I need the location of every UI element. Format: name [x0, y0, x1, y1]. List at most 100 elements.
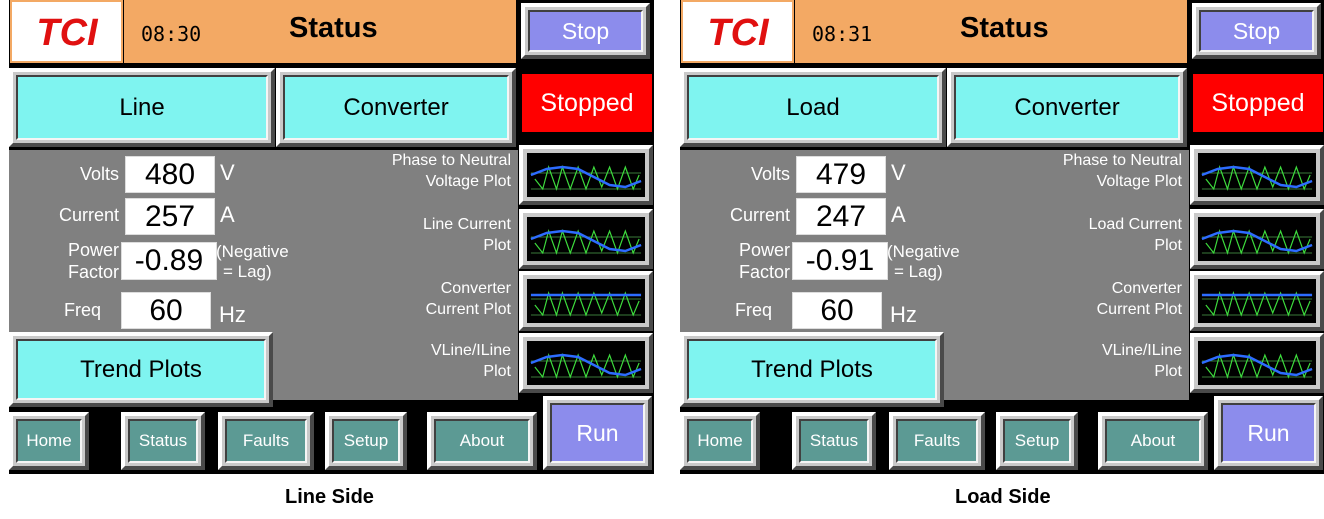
- waveform-icon: [527, 217, 645, 261]
- power-factor-label-line1: Power: [67, 240, 119, 260]
- line-button-label: Line: [16, 75, 268, 140]
- line-current-plot-button[interactable]: [519, 209, 653, 269]
- plot-label-line-current: Line Current Plot: [422, 216, 511, 254]
- current-unit: A: [891, 202, 906, 227]
- current-value: 257: [125, 198, 215, 235]
- converter-current-plot-button[interactable]: [519, 271, 653, 331]
- nav-setup-label: Setup: [332, 419, 400, 463]
- load-current-plot-button[interactable]: [1190, 209, 1324, 269]
- clock: 08:30: [141, 22, 202, 46]
- run-button[interactable]: Run: [1214, 396, 1323, 470]
- svg-text:TCI: TCI: [707, 12, 770, 52]
- volts-value: 480: [125, 156, 215, 193]
- power-factor-label-line1: Power: [738, 240, 790, 260]
- volts-label: Volts: [79, 164, 119, 184]
- caption-line-side: Line Side: [285, 486, 374, 508]
- plot-label-load-current: Load Current Plot: [1088, 216, 1182, 254]
- converter-button[interactable]: Converter: [947, 68, 1187, 147]
- freq-label: Freq: [734, 300, 772, 320]
- power-factor-label-line2: Factor: [67, 262, 119, 282]
- freq-unit: Hz: [219, 302, 246, 327]
- nav-status-button[interactable]: Status: [121, 412, 205, 470]
- svg-text:TCI: TCI: [36, 12, 99, 52]
- nav-home-button[interactable]: Home: [9, 412, 89, 470]
- nav-home-label: Home: [687, 419, 753, 463]
- vline-iline-plot-button[interactable]: [519, 333, 653, 393]
- load-button[interactable]: Load: [680, 68, 946, 147]
- volts-value: 479: [796, 156, 886, 193]
- trend-plots-button[interactable]: Trend Plots: [680, 332, 944, 407]
- line-button[interactable]: Line: [9, 68, 275, 147]
- nav-home-button[interactable]: Home: [680, 412, 760, 470]
- status-indicator: Stopped: [522, 74, 652, 132]
- nav-home-label: Home: [16, 419, 82, 463]
- tci-logo: TCI: [681, 0, 794, 63]
- converter-button-label: Converter: [283, 75, 509, 140]
- plot-label-vline-iline: VLine/ILine Plot: [430, 342, 511, 380]
- nav-about-button[interactable]: About: [1098, 412, 1208, 470]
- trend-plots-label: Trend Plots: [16, 339, 266, 400]
- run-button-label: Run: [550, 403, 645, 463]
- nav-about-button[interactable]: About: [427, 412, 537, 470]
- freq-unit: Hz: [890, 302, 917, 327]
- tci-logo-icon: TCI: [36, 12, 99, 52]
- stop-button-label: Stop: [1199, 10, 1314, 52]
- tci-logo: TCI: [10, 0, 123, 63]
- trend-plots-label: Trend Plots: [687, 339, 937, 400]
- waveform-icon: [527, 279, 645, 323]
- volts-label: Volts: [750, 164, 790, 184]
- converter-current-plot-button[interactable]: [1190, 271, 1324, 331]
- power-factor-label-line2: Factor: [738, 262, 790, 282]
- waveform-icon: [527, 341, 645, 385]
- converter-button-label: Converter: [954, 75, 1180, 140]
- nav-status-label: Status: [128, 419, 198, 463]
- phase-voltage-plot-button[interactable]: [1190, 145, 1324, 205]
- power-factor-note-line2: = Lag): [223, 262, 272, 281]
- nav-setup-label: Setup: [1003, 419, 1071, 463]
- nav-faults-label: Faults: [225, 419, 307, 463]
- current-value: 247: [796, 198, 886, 235]
- run-button-label: Run: [1221, 403, 1316, 463]
- power-factor-note-line2: = Lag): [894, 262, 943, 281]
- waveform-icon: [1198, 279, 1316, 323]
- header-bar: 08:30 Status: [124, 0, 516, 63]
- page-title: Status: [960, 12, 1049, 44]
- load-button-label: Load: [687, 75, 939, 140]
- stop-button[interactable]: Stop: [1192, 3, 1321, 59]
- waveform-icon: [1198, 153, 1316, 197]
- tci-logo-icon: TCI: [707, 12, 770, 52]
- phase-voltage-plot-button[interactable]: [519, 145, 653, 205]
- volts-unit: V: [220, 160, 235, 185]
- power-factor-note-line1: (Negative: [216, 242, 289, 261]
- caption-load-side: Load Side: [955, 486, 1051, 508]
- run-button[interactable]: Run: [543, 396, 652, 470]
- clock: 08:31: [812, 22, 873, 46]
- current-unit: A: [220, 202, 235, 227]
- waveform-icon: [1198, 341, 1316, 385]
- power-factor-value: -0.89: [121, 242, 217, 280]
- plot-label-phase-voltage: Phase to Neutral Voltage Plot: [391, 152, 511, 190]
- vline-iline-plot-button[interactable]: [1190, 333, 1324, 393]
- plot-label-phase-voltage: Phase to Neutral Voltage Plot: [1062, 152, 1182, 190]
- header-bar: 08:31 Status: [795, 0, 1187, 63]
- hmi-panel-line-side: TCI 08:30 Status Stop Line Converter Sto…: [9, 0, 654, 474]
- nav-faults-label: Faults: [896, 419, 978, 463]
- stop-button[interactable]: Stop: [521, 3, 650, 59]
- plot-label-vline-iline: VLine/ILine Plot: [1101, 342, 1182, 380]
- volts-unit: V: [891, 160, 906, 185]
- nav-setup-button[interactable]: Setup: [325, 412, 407, 470]
- nav-setup-button[interactable]: Setup: [996, 412, 1078, 470]
- trend-plots-button[interactable]: Trend Plots: [9, 332, 273, 407]
- nav-status-label: Status: [799, 419, 869, 463]
- nav-faults-button[interactable]: Faults: [889, 412, 985, 470]
- nav-status-button[interactable]: Status: [792, 412, 876, 470]
- converter-button[interactable]: Converter: [276, 68, 516, 147]
- current-label: Current: [729, 205, 790, 225]
- current-label: Current: [58, 205, 119, 225]
- waveform-icon: [527, 153, 645, 197]
- page-title: Status: [289, 12, 378, 44]
- freq-value: 60: [121, 292, 211, 329]
- nav-faults-button[interactable]: Faults: [218, 412, 314, 470]
- nav-about-label: About: [434, 419, 530, 463]
- stop-button-label: Stop: [528, 10, 643, 52]
